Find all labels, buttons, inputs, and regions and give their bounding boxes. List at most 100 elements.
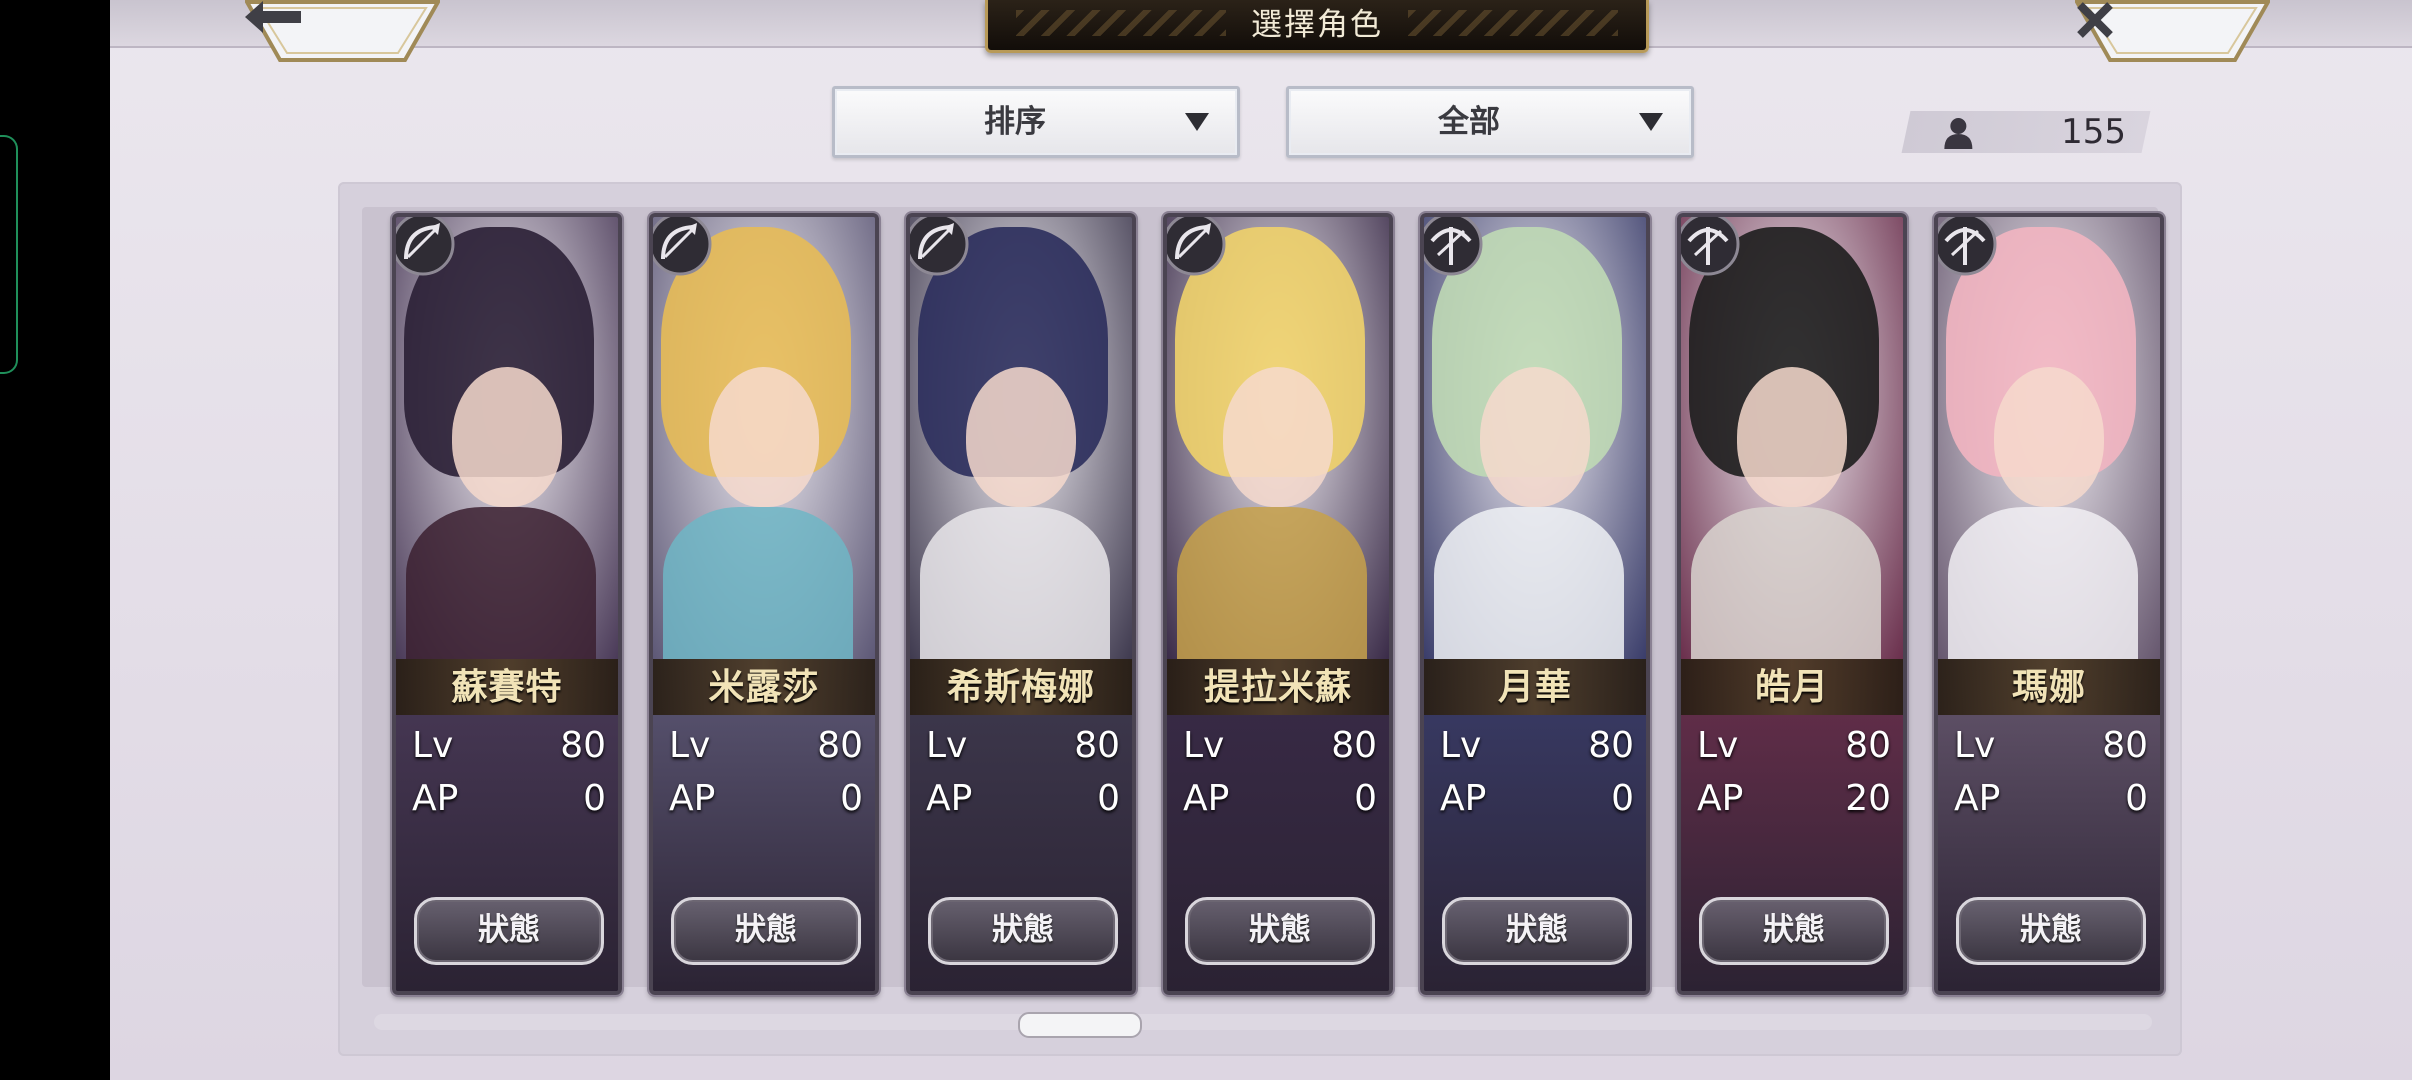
portrait-outfit xyxy=(1177,507,1367,677)
character-portrait xyxy=(1167,217,1389,677)
ap-value: 0 xyxy=(2125,778,2148,819)
status-button[interactable]: 狀態 xyxy=(414,897,604,965)
sort-dropdown[interactable]: 排序 xyxy=(832,86,1240,158)
crossbow-icon xyxy=(1938,217,1998,277)
bow-icon xyxy=(910,217,970,277)
ap-value: 0 xyxy=(1611,778,1634,819)
lv-label: Lv xyxy=(412,725,454,766)
status-button[interactable]: 狀態 xyxy=(1185,897,1375,965)
character-name: 月華 xyxy=(1497,666,1572,708)
ap-label: AP xyxy=(412,778,459,819)
status-button[interactable]: 狀態 xyxy=(1442,897,1632,965)
character-name: 皓月 xyxy=(1754,666,1829,708)
character-card[interactable]: 希斯梅娜 Lv 80 AP 0 狀態 xyxy=(906,213,1136,995)
portrait-outfit xyxy=(663,507,853,677)
portrait-outfit xyxy=(920,507,1110,677)
ap-label: AP xyxy=(926,778,973,819)
title-plate: 選擇角色 xyxy=(985,0,1649,53)
ap-label: AP xyxy=(669,778,716,819)
portrait-outfit xyxy=(1434,507,1624,677)
portrait-face xyxy=(1737,367,1847,507)
status-button-label: 狀態 xyxy=(735,912,797,948)
character-card[interactable]: 皓月 Lv 80 AP 20 狀態 xyxy=(1677,213,1907,995)
character-card[interactable]: 米露莎 Lv 80 AP 0 狀態 xyxy=(649,213,879,995)
character-name: 瑪娜 xyxy=(2011,666,2086,708)
crossbow-icon xyxy=(1424,217,1484,277)
lv-label: Lv xyxy=(1954,725,1996,766)
portrait-face xyxy=(1480,367,1590,507)
status-button-label: 狀態 xyxy=(2020,912,2082,948)
portrait-face xyxy=(709,367,819,507)
side-accent-bar xyxy=(0,135,18,374)
lv-value: 80 xyxy=(1845,725,1891,766)
character-portrait xyxy=(653,217,875,677)
status-button-label: 狀態 xyxy=(1506,912,1568,948)
character-name: 提拉米蘇 xyxy=(1203,666,1352,708)
status-button[interactable]: 狀態 xyxy=(671,897,861,965)
close-x-icon xyxy=(2075,0,2270,62)
portrait-outfit xyxy=(1691,507,1881,677)
portrait-outfit xyxy=(1948,507,2138,677)
ap-value: 0 xyxy=(1097,778,1120,819)
character-name: 米露莎 xyxy=(708,666,820,708)
character-portrait xyxy=(396,217,618,677)
bow-icon xyxy=(396,217,456,277)
lv-value: 80 xyxy=(1074,725,1120,766)
lv-value: 80 xyxy=(1331,725,1377,766)
ap-value: 20 xyxy=(1845,778,1891,819)
portrait-outfit xyxy=(406,507,596,677)
close-button[interactable] xyxy=(2075,0,2270,64)
sort-dropdown-label: 排序 xyxy=(984,104,1046,140)
status-button-label: 狀態 xyxy=(1763,912,1825,948)
scrollbar-thumb[interactable] xyxy=(1018,1012,1142,1038)
crossbow-icon xyxy=(1681,217,1741,277)
ap-value: 0 xyxy=(1354,778,1377,819)
character-name: 蘇賽特 xyxy=(451,666,563,708)
character-card[interactable]: 瑪娜 Lv 80 AP 0 狀態 xyxy=(1934,213,2164,995)
character-portrait xyxy=(910,217,1132,677)
character-card[interactable]: 蘇賽特 Lv 80 AP 0 狀態 xyxy=(392,213,622,995)
character-portrait xyxy=(1424,217,1646,677)
character-card[interactable]: 月華 Lv 80 AP 0 狀態 xyxy=(1420,213,1650,995)
person-icon xyxy=(1943,117,1973,153)
character-select-screen: 選擇角色 排序 全部 155 蘇賽特 Lv 80 AP 0 狀態 米露莎 Lv 80 AP 0 狀態希… xyxy=(110,0,2412,1080)
character-portrait xyxy=(1938,217,2160,677)
portrait-face xyxy=(452,367,562,507)
lv-label: Lv xyxy=(1697,725,1739,766)
page-title: 選擇角色 xyxy=(1251,7,1383,43)
portrait-face xyxy=(966,367,1076,507)
bow-icon xyxy=(653,217,713,277)
status-button[interactable]: 狀態 xyxy=(928,897,1118,965)
chevron-down-icon xyxy=(1185,113,1209,131)
chevron-down-icon xyxy=(1639,113,1663,131)
ap-label: AP xyxy=(1183,778,1230,819)
lv-label: Lv xyxy=(669,725,711,766)
ap-value: 0 xyxy=(840,778,863,819)
status-button-label: 狀態 xyxy=(478,912,540,948)
status-button[interactable]: 狀態 xyxy=(1956,897,2146,965)
back-button[interactable] xyxy=(245,0,440,64)
filter-dropdown-label: 全部 xyxy=(1438,104,1500,140)
lv-value: 80 xyxy=(560,725,606,766)
ap-label: AP xyxy=(1440,778,1487,819)
arrow-left-icon xyxy=(245,0,440,62)
ap-label: AP xyxy=(1697,778,1744,819)
ap-value: 0 xyxy=(583,778,606,819)
lv-value: 80 xyxy=(2102,725,2148,766)
lv-label: Lv xyxy=(1183,725,1225,766)
bow-icon xyxy=(1167,217,1227,277)
lv-value: 80 xyxy=(1588,725,1634,766)
lv-label: Lv xyxy=(1440,725,1482,766)
status-button-label: 狀態 xyxy=(992,912,1054,948)
status-button-label: 狀態 xyxy=(1249,912,1311,948)
ap-label: AP xyxy=(1954,778,2001,819)
unit-count-value: 155 xyxy=(2061,112,2126,152)
status-button[interactable]: 狀態 xyxy=(1699,897,1889,965)
left-bezel xyxy=(0,0,110,1080)
filter-dropdown[interactable]: 全部 xyxy=(1286,86,1694,158)
portrait-face xyxy=(1223,367,1333,507)
lv-label: Lv xyxy=(926,725,968,766)
character-name: 希斯梅娜 xyxy=(946,666,1095,708)
horizontal-scrollbar[interactable] xyxy=(374,1014,2152,1030)
character-card[interactable]: 提拉米蘇 Lv 80 AP 0 狀態 xyxy=(1163,213,1393,995)
